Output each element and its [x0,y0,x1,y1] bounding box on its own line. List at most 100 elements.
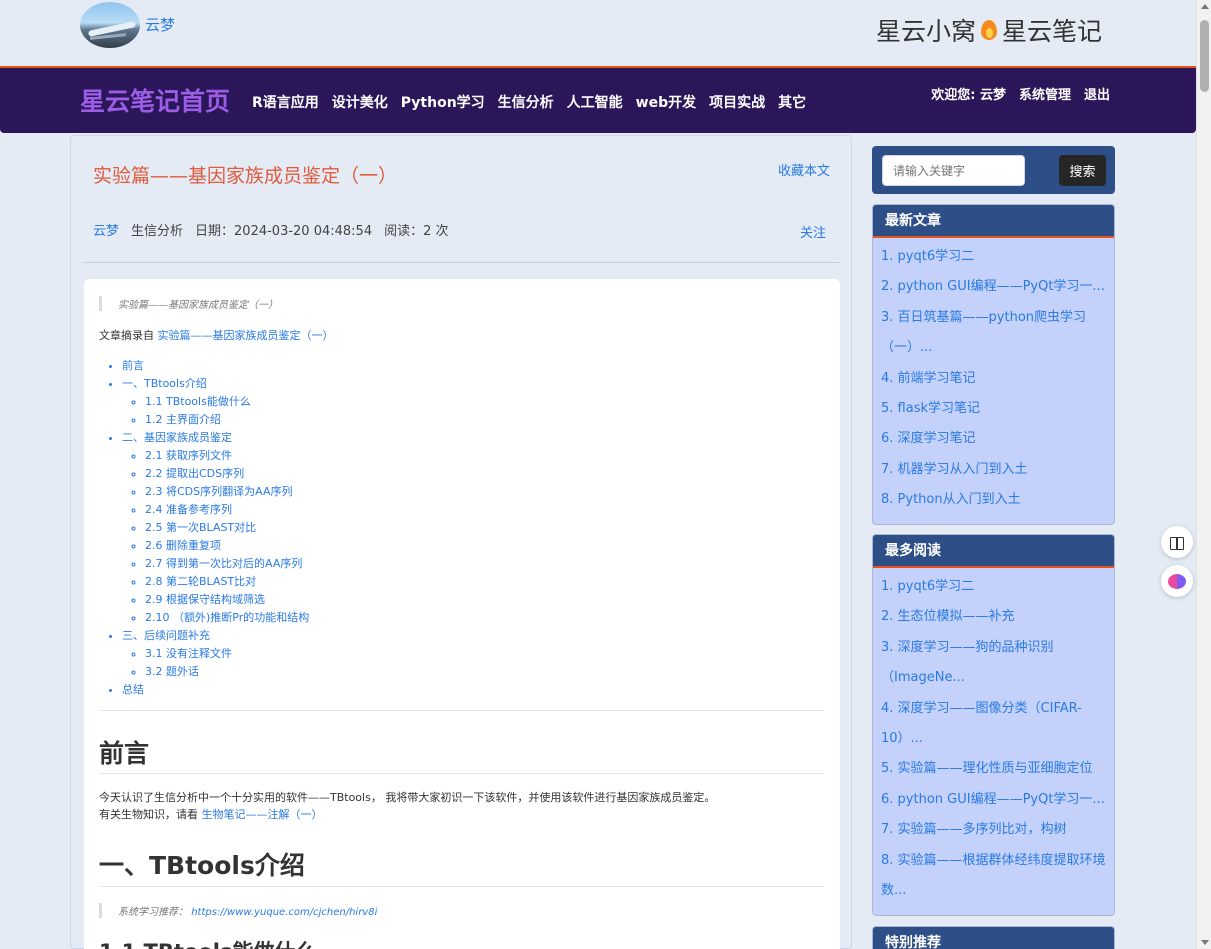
toc-item[interactable]: 一、TBtools介绍 [122,375,309,393]
scroll-up-icon[interactable] [1201,4,1209,9]
toc-item[interactable]: 2.1 获取序列文件 [145,447,309,465]
most-read-panel: 最多阅读 1. pyqt6学习二 2. 生态位模拟——补充 3. 深度学习——狗… [872,534,1115,916]
toc-item[interactable]: 2.9 根据保守结构域筛选 [145,591,309,609]
scrollbar[interactable] [1196,0,1211,949]
author-link[interactable]: 云梦 [93,220,119,239]
collect-button[interactable]: 收藏本文 [778,160,830,179]
date-label: 日期：2024-03-20 04:48:54 [195,224,373,239]
toc-item[interactable]: 3.2 题外话 [145,663,309,681]
list-item[interactable]: 6. python GUI编程——PyQt学习一... [881,785,1106,815]
article-content: 实验篇——基因家族成员鉴定（一） 文章摘录自 实验篇——基因家族成员鉴定（一） … [84,279,840,949]
toc-item[interactable]: 1.2 主界面介绍 [145,411,309,429]
list-item[interactable]: 8. 实验篇——根据群体经纬度提取环境 [881,846,1106,876]
recommend-label: 系统学习推荐： [118,907,192,918]
admin-link[interactable]: 系统管理 [1019,84,1071,103]
preface-paragraph-1: 今天认识了生信分析中一个十分实用的软件——TBtools， 我将带大家初识一下该… [99,791,716,804]
brand-home-link[interactable]: 星云笔记首页 [80,82,230,118]
toc-item[interactable]: 2.5 第一次BLAST对比 [145,519,309,537]
nav-item-bioinfo[interactable]: 生信分析 [498,92,554,112]
nav-item-python[interactable]: Python学习 [401,92,485,112]
toc-item[interactable]: 2.10 （额外)推断Pr的功能和结构 [145,609,309,627]
most-read-list: 1. pyqt6学习二 2. 生态位模拟——补充 3. 深度学习——狗的品种识别… [873,568,1114,906]
follow-button[interactable]: 关注 [800,222,826,241]
list-item[interactable]: 6. 深度学习笔记 [881,424,1106,454]
excerpt-prefix: 文章摘录自 [99,329,158,342]
list-item[interactable]: 8. Python从入门到入土 [881,485,1106,515]
nav-item-r[interactable]: R语言应用 [252,92,319,112]
avatar[interactable] [80,2,140,48]
list-item[interactable]: 3. 百日筑基篇——python爬虫学习 [881,303,1106,333]
list-item[interactable]: 4. 前端学习笔记 [881,364,1106,394]
nav-user-area: 欢迎您: 云梦 系统管理 退出 [931,84,1110,103]
list-item[interactable]: 3. 深度学习——狗的品种识别 [881,633,1106,663]
toc-item[interactable]: 前言 [122,357,309,375]
toc-item[interactable]: 2.7 得到第一次比对后的AA序列 [145,555,309,573]
scrollbar-thumb[interactable] [1200,20,1209,92]
search-input[interactable] [882,155,1025,186]
toc-item[interactable]: 2.8 第二轮BLAST比对 [145,573,309,591]
list-item[interactable]: （一）... [881,333,1106,363]
user-name-link[interactable]: 云梦 [145,14,175,35]
welcome-text[interactable]: 欢迎您: 云梦 [931,84,1006,103]
list-item[interactable]: 4. 深度学习——图像分类（CIFAR- [881,694,1106,724]
quote-title-text: 实验篇——基因家族成员鉴定（一） [118,300,278,311]
article-title: 实验篇——基因家族成员鉴定（一） [93,165,398,187]
heading-tbtools: 一、TBtools介绍 [99,851,305,880]
heading-tbtools-sub: 1.1 TBtools能做什么 [99,936,316,949]
list-item[interactable]: 5. flask学习笔记 [881,394,1106,424]
site-title: 星云小窝 星云笔记 [876,12,1102,48]
list-item[interactable]: 1. pyqt6学习二 [881,572,1106,602]
reader-mode-button[interactable] [1161,526,1193,558]
excerpt-link[interactable]: 实验篇——基因家族成员鉴定（一） [158,329,334,342]
heading-underline [99,886,824,887]
logout-link[interactable]: 退出 [1084,84,1110,103]
toc-item[interactable]: 二、基因家族成员鉴定 [122,429,309,447]
nav-links: R语言应用 设计美化 Python学习 生信分析 人工智能 web开发 项目实战… [252,92,806,112]
toc-item[interactable]: 3.1 没有注释文件 [145,645,309,663]
heading-preface: 前言 [99,739,150,768]
list-item[interactable]: 数... [881,876,1106,906]
reads-label: 阅读：2 次 [384,224,449,239]
site-title-left: 星云小窝 [875,17,976,46]
special-recommend-title: 特别推荐 [873,927,1114,949]
list-item[interactable]: 7. 实验篇——多序列比对，构树 [881,815,1106,845]
toc-item[interactable]: 2.2 提取出CDS序列 [145,465,309,483]
list-item[interactable]: 5. 实验篇——理化性质与亚细胞定位 [881,754,1106,784]
toc-item[interactable]: 2.6 删除重复项 [145,537,309,555]
top-header: 云梦 星云小窝 星云笔记 [0,0,1196,66]
category-label: 生信分析 [131,224,184,239]
toc-item[interactable]: 1.1 TBtools能做什么 [145,393,309,411]
recommend-link[interactable]: https://www.yuque.com/cjchen/hirv8i [191,907,377,918]
ai-assistant-button[interactable] [1161,565,1193,597]
toc-item[interactable]: 2.3 将CDS序列翻译为AA序列 [145,483,309,501]
list-item[interactable]: 2. 生态位模拟——补充 [881,602,1106,632]
toc-item[interactable]: 2.4 准备参考序列 [145,501,309,519]
divider [83,262,839,263]
preface-paragraph-2: 有关生物知识，请看 生物笔记——注解（一） [99,806,323,823]
most-read-title: 最多阅读 [873,535,1114,568]
nav-item-web[interactable]: web开发 [636,92,696,112]
list-item[interactable]: 2. python GUI编程——PyQt学习一... [881,272,1106,302]
nav-item-design[interactable]: 设计美化 [332,92,388,112]
nav-item-ai[interactable]: 人工智能 [567,92,623,112]
bio-notes-link[interactable]: 生物笔记——注解（一） [202,808,323,821]
toc-item[interactable]: 总结 [122,681,309,699]
book-icon [1170,536,1184,550]
recommend-quote: 系统学习推荐： https://www.yuque.com/cjchen/hir… [99,903,819,918]
search-button[interactable]: 搜索 [1059,155,1106,186]
latest-articles-title: 最新文章 [873,205,1114,238]
article-card: 实验篇——基因家族成员鉴定（一） 收藏本文 云梦 生信分析 日期：2024-03… [70,135,852,949]
toc-item[interactable]: 三、后续问题补充 [122,627,309,645]
scroll-down-icon[interactable] [1201,940,1209,945]
list-item[interactable]: 7. 机器学习从入门到入土 [881,455,1106,485]
main-navbar: 星云笔记首页 R语言应用 设计美化 Python学习 生信分析 人工智能 web… [0,66,1196,133]
search-panel: 搜索 [872,146,1115,194]
list-item[interactable]: （ImageNe... [881,663,1106,693]
excerpt-line: 文章摘录自 实验篇——基因家族成员鉴定（一） [99,327,334,343]
nav-item-projects[interactable]: 项目实战 [709,92,765,112]
preface-prefix: 有关生物知识，请看 [99,808,202,821]
nav-item-other[interactable]: 其它 [778,92,806,112]
quote-title: 实验篇——基因家族成员鉴定（一） [99,296,819,311]
list-item[interactable]: 10）... [881,724,1106,754]
list-item[interactable]: 1. pyqt6学习二 [881,242,1106,272]
